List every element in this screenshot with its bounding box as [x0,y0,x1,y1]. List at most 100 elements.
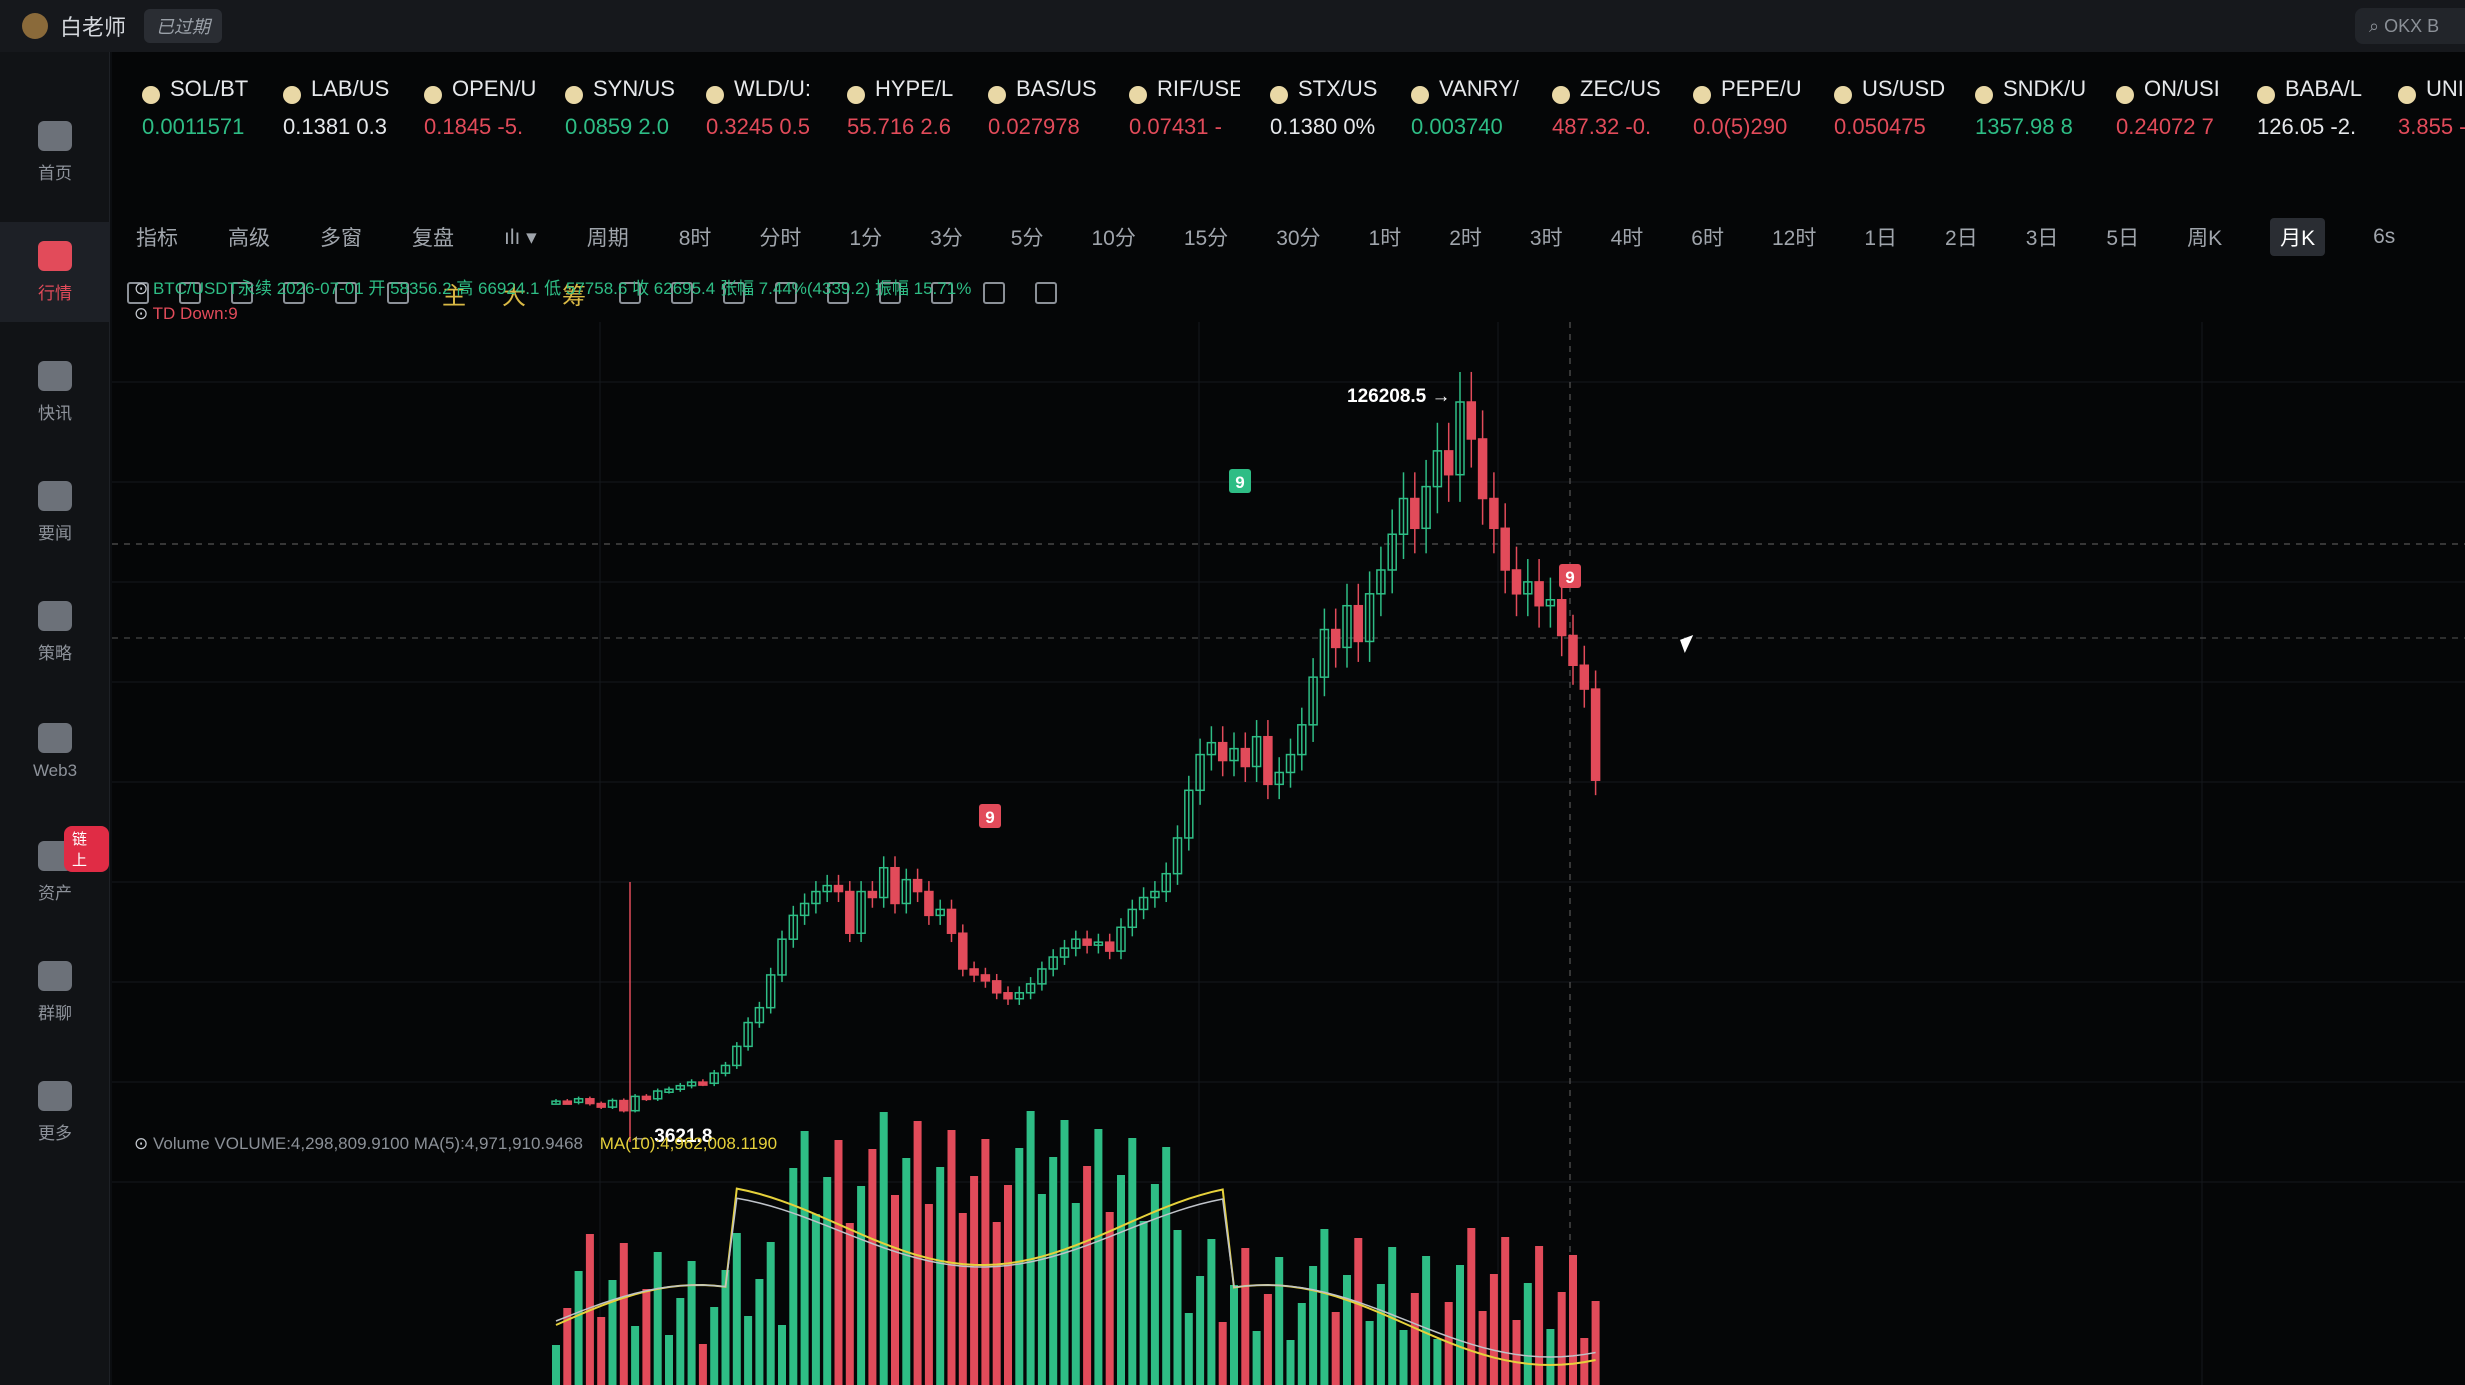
ticker-price: 0.0(5)290 [1693,114,1788,139]
period-1日[interactable]: 1日 [1864,222,1897,252]
ticker-item[interactable]: VANRY/0.003740 [1381,76,1522,156]
period-1分[interactable]: 1分 [849,222,882,252]
ticker-item[interactable]: PEPE/U 0.0(5)290 [1663,76,1804,156]
volume-bar [1252,1331,1261,1385]
chart-type-dropdown[interactable]: ılı ▾ [504,225,537,250]
sidebar-item-more[interactable]: 更多 [0,1062,110,1162]
user-profile[interactable]: 白老师 [22,10,126,42]
ticker-item[interactable]: BAS/US 0.027978 [958,76,1099,156]
candle [1489,497,1499,530]
period-1时[interactable]: 1时 [1369,222,1402,252]
period-月K[interactable]: 月K [2270,218,2326,256]
volume-bar [1376,1284,1385,1385]
trash-icon[interactable] [1035,282,1057,304]
sidebar-item-web3[interactable]: Web3 [0,702,110,802]
ticker-item[interactable]: SOL/BT 0.0011571 [112,76,253,156]
volume-bar [1399,1330,1408,1385]
period-4时[interactable]: 4时 [1611,222,1644,252]
candlestick-chart[interactable]: 126208.5 →← 3621.8999 [112,322,2465,1385]
ticker-item[interactable]: LAB/US 0.1381 0.3 [253,76,394,156]
volume-info: ⊙ Volume VOLUME:4,298,809.9100 MA(5):4,9… [134,1134,778,1153]
ticker-item[interactable]: SYN/US 0.0859 2.0 [535,76,676,156]
sidebar-item-market[interactable]: 行情 [0,222,110,322]
sidebar-item-news[interactable]: 要闻 [0,462,110,562]
sidebar-item-strategy-icon [38,600,72,631]
period-30分[interactable]: 30分 [1276,222,1320,252]
period-分时[interactable]: 分时 [759,222,801,252]
volume-bar [698,1344,707,1385]
ticker-item[interactable]: OPEN/U 0.1845 -5. [394,76,535,156]
ticker-item[interactable]: HYPE/L 55.716 2.6 [817,76,958,156]
ticker-item[interactable]: ON/USI 0.24072 7 [2086,76,2227,156]
ticker-item[interactable]: WLD/U: 0.3245 0.5 [676,76,817,156]
volume-bar [958,1213,967,1385]
volume-bar [1128,1138,1137,1385]
volume-bar [1297,1303,1306,1385]
volume-bar [642,1289,651,1385]
volume-bar [1523,1283,1532,1385]
collapse-icon[interactable]: ⊙ [134,304,153,323]
period-12时[interactable]: 12时 [1772,222,1816,252]
ticker-item[interactable]: ZEC/US 487.32 -0. [1522,76,1663,156]
volume-bar [755,1279,764,1385]
volume-bar [924,1204,933,1385]
candle [1353,604,1364,643]
period-3分[interactable]: 3分 [930,222,963,252]
volume-bar [970,1176,979,1385]
period-3时[interactable]: 3时 [1530,222,1563,252]
cycle-dropdown[interactable]: 周期 [587,222,629,252]
candle [585,1098,595,1105]
candle [1477,438,1488,500]
sidebar-item-chat[interactable]: 群聊 [0,942,110,1042]
volume-bar [619,1243,628,1385]
volume-bar [1230,1285,1238,1385]
period-10分[interactable]: 10分 [1091,222,1135,252]
ticker-item[interactable]: US/USD 0.050475 [1804,76,1945,156]
period-2日[interactable]: 2日 [1945,222,1978,252]
td-info: ⊙ TD Down:9 [134,304,238,323]
period-5日[interactable]: 5日 [2106,222,2139,252]
td-marker-label: 9 [985,808,994,827]
candle [1579,664,1590,690]
period-3日[interactable]: 3日 [2026,222,2059,252]
collapse-icon[interactable]: ⊙ [134,279,153,298]
sidebar-item-home[interactable]: 首页 [0,102,110,202]
period-8时[interactable]: 8时 [679,222,712,252]
ticker-item[interactable]: UNI 3.855 - [2368,76,2465,156]
volume-bar [800,1131,809,1385]
multi-window-button[interactable]: 多窗 [320,222,362,252]
period-15分[interactable]: 15分 [1184,222,1228,252]
replay-button[interactable]: 复盘 [412,222,454,252]
collapse-icon[interactable]: ⊙ [134,1134,153,1153]
ticker-price: 0.003740 [1411,114,1503,139]
ticker-price: 487.32 -0. [1552,114,1652,139]
volume-bar [913,1121,922,1385]
sidebar-item-label: 行情 [38,283,72,303]
period-6时[interactable]: 6时 [1691,222,1724,252]
ticker-bar: SOL/BT 0.0011571 LAB/US 0.1381 0.3 OPEN/U 0.1… [112,76,2465,156]
sidebar-item-strategy[interactable]: 策略 [0,582,110,682]
period-5分[interactable]: 5分 [1011,222,1044,252]
candle [1104,941,1115,952]
sidebar-item-label: 资产 [38,883,72,903]
advanced-button[interactable]: 高级 [228,222,270,252]
period-2时[interactable]: 2时 [1449,222,1482,252]
volume-bar [868,1149,877,1385]
ticker-item[interactable]: SNDK/U 1357.98 8 [1945,76,2086,156]
indicator-button[interactable]: 指标 [136,222,178,252]
candle [1511,569,1522,595]
coin-icon [2257,86,2275,104]
volume-bar [631,1326,640,1385]
period-6s[interactable]: 6s [2373,225,2395,249]
sidebar-item-flash[interactable]: 快讯 [0,342,110,442]
volume-bar [1365,1321,1374,1385]
volume-bar [891,1195,899,1385]
ticker-item[interactable]: RIF/USE 0.07431 - [1099,76,1240,156]
filter-icon[interactable] [983,282,1005,304]
ticker-item[interactable]: STX/US 0.1380 0% [1240,76,1381,156]
ticker-item[interactable]: BABA/L 126.05 -2. [2227,76,2368,156]
volume-bar [1117,1175,1125,1385]
coin-icon [283,86,301,104]
period-周K[interactable]: 周K [2187,222,2222,252]
search-input[interactable]: ⌕ OKX B [2355,8,2465,44]
